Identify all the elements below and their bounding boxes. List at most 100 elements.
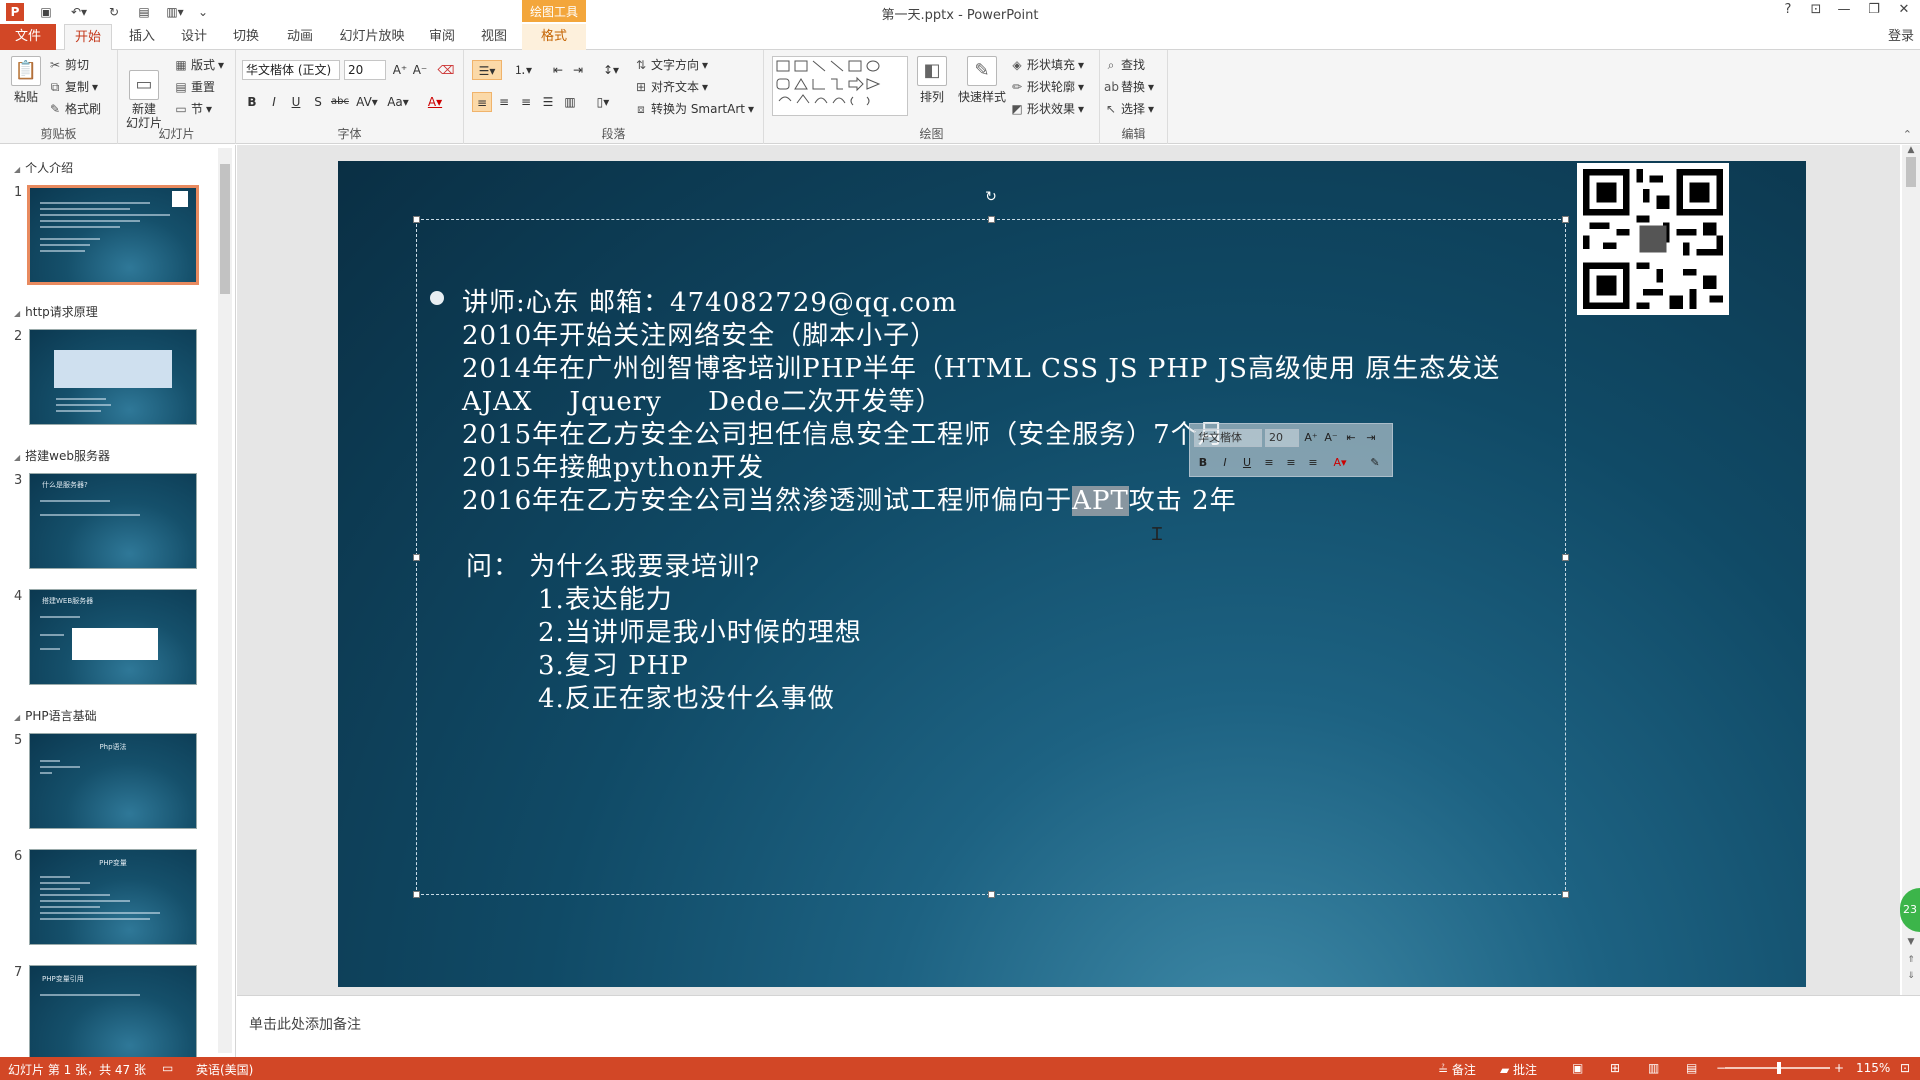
tab-home[interactable]: 开始 <box>64 24 112 51</box>
tab-insert[interactable]: 插入 <box>120 24 164 50</box>
slide-thumbnail-6[interactable]: PHP变量 <box>29 849 197 945</box>
line-spacing-icon[interactable]: ↕▾ <box>598 60 624 80</box>
character-spacing-icon[interactable]: AV▾ <box>354 92 380 112</box>
help-button[interactable]: ? <box>1775 2 1801 20</box>
scroll-up-icon[interactable]: ▲ <box>1902 145 1920 155</box>
format-painter-button[interactable]: ✎ 格式刷 <box>48 100 101 117</box>
language-status[interactable]: 英语(美国) <box>196 1061 253 1078</box>
distributed-icon[interactable]: ▥ <box>560 92 580 112</box>
restore-button[interactable]: ❐ <box>1861 2 1887 20</box>
slide-text-line[interactable]: AJAX Jquery Dede二次开发等） <box>462 381 942 418</box>
columns-icon[interactable]: ▯▾ <box>590 92 616 112</box>
mini-underline-icon[interactable]: U <box>1238 454 1256 472</box>
mini-decrease-font-icon[interactable]: A⁻ <box>1322 429 1340 447</box>
scroll-down-icon[interactable]: ▼ <box>1902 937 1920 947</box>
shape-fill-button[interactable]: ◈ 形状填充 ▾ <box>1010 56 1084 73</box>
justify-icon[interactable]: ☰ <box>538 92 558 112</box>
text-direction-button[interactable]: ⇅ 文字方向 ▾ <box>634 56 708 73</box>
font-size-field[interactable]: 20 <box>344 60 386 80</box>
next-slide-icon[interactable]: ⇓ <box>1902 971 1920 981</box>
increase-indent-icon[interactable]: ⇥ <box>568 60 588 80</box>
mini-align-center-icon[interactable]: ≡ <box>1282 454 1300 472</box>
cut-button[interactable]: ✂ 剪切 <box>48 56 89 73</box>
resize-handle[interactable] <box>1562 891 1569 898</box>
slideshow-view-icon[interactable]: ▤ <box>1686 1061 1697 1075</box>
minimize-button[interactable]: — <box>1831 2 1857 20</box>
comments-toggle-button[interactable]: ▰ 批注 <box>1500 1061 1537 1078</box>
mini-italic-icon[interactable]: I <box>1216 454 1234 472</box>
question-line[interactable]: 问： 为什么我要录培训? <box>466 546 760 583</box>
answer-line[interactable]: 4.反正在家也没什么事做 <box>538 678 835 715</box>
resize-handle[interactable] <box>413 216 420 223</box>
zoom-level[interactable]: 115% <box>1856 1061 1890 1075</box>
font-color-icon[interactable]: A▾ <box>422 92 448 112</box>
section-header[interactable]: 个人介绍 <box>14 159 73 176</box>
bullets-icon[interactable]: ☰▾ <box>472 60 502 80</box>
login-link[interactable]: 登录 <box>1888 24 1914 50</box>
italic-icon[interactable]: I <box>264 92 284 112</box>
slide-text-line[interactable]: 2016年在乙方安全公司当然渗透测试工程师偏向于APT攻击 2年 <box>462 480 1237 517</box>
spell-check-icon[interactable]: ▭ <box>162 1061 173 1075</box>
new-slide-button[interactable]: ▭ 新建 幻灯片 <box>122 56 166 130</box>
ribbon-display-options-icon[interactable]: ⊡ <box>1803 2 1829 20</box>
tab-animations[interactable]: 动画 <box>276 24 324 50</box>
find-button[interactable]: ⌕ 查找 <box>1104 56 1145 73</box>
slide-text-line[interactable]: 讲师:心东 邮箱：474082729@qq.com <box>462 282 957 319</box>
slide-thumbnail-4[interactable]: 搭建WEB服务器 <box>29 589 197 685</box>
resize-handle[interactable] <box>413 554 420 561</box>
mini-font-size-field[interactable]: 20 <box>1265 429 1299 447</box>
slide-thumbnail-2[interactable] <box>29 329 197 425</box>
section-header[interactable]: 搭建web服务器 <box>14 447 110 464</box>
strikethrough-icon[interactable]: abc <box>330 92 350 112</box>
slide-text-line[interactable]: 2010年开始关注网络安全（脚本小子） <box>462 315 937 352</box>
slide-scrollbar[interactable]: ▲ ▼ ⇑ ⇓ <box>1902 145 1920 995</box>
answer-line[interactable]: 3.复习 PHP <box>538 645 689 682</box>
mini-align-right-icon[interactable]: ≡ <box>1304 454 1322 472</box>
zoom-slider-thumb[interactable] <box>1777 1062 1781 1074</box>
slide-thumbnail-3[interactable]: 什么是服务器? <box>29 473 197 569</box>
slide-thumbnail-7[interactable]: PHP变量引用 <box>29 965 197 1057</box>
tab-view[interactable]: 视图 <box>472 24 516 50</box>
align-right-icon[interactable]: ≡ <box>516 92 536 112</box>
decrease-font-icon[interactable]: A⁻ <box>410 60 430 80</box>
resize-handle[interactable] <box>988 216 995 223</box>
mini-font-name-field[interactable]: 华文楷体 <box>1194 429 1262 447</box>
resize-handle[interactable] <box>1562 216 1569 223</box>
resize-handle[interactable] <box>413 891 420 898</box>
slide-thumbnail-1[interactable] <box>27 185 199 285</box>
select-button[interactable]: ↖ 选择 ▾ <box>1104 100 1154 117</box>
mini-increase-indent-icon[interactable]: ⇥ <box>1362 429 1380 447</box>
selected-text[interactable]: APT <box>1072 486 1129 516</box>
thumbnails-scrollbar[interactable] <box>218 148 232 1053</box>
shapes-gallery[interactable] <box>772 56 908 116</box>
increase-font-icon[interactable]: A⁺ <box>390 60 410 80</box>
resize-handle[interactable] <box>1562 554 1569 561</box>
mini-format-painter-icon[interactable]: ✎ <box>1366 454 1384 472</box>
reading-view-icon[interactable]: ▥ <box>1648 1061 1659 1075</box>
arrange-button[interactable]: ◧ 排列 <box>914 56 950 105</box>
answer-line[interactable]: 2.当讲师是我小时候的理想 <box>538 612 862 649</box>
align-left-icon[interactable]: ≡ <box>472 92 492 112</box>
tab-transitions[interactable]: 切换 <box>224 24 268 50</box>
rotate-handle-icon[interactable]: ↻ <box>984 190 998 204</box>
smartart-button[interactable]: ⧈ 转换为 SmartArt ▾ <box>634 100 754 117</box>
tab-design[interactable]: 设计 <box>172 24 216 50</box>
normal-view-icon[interactable]: ▣ <box>1572 1061 1583 1075</box>
slide-text-line[interactable]: 2014年在广州创智博客培训PHP半年（HTML CSS JS PHP JS高级… <box>462 348 1500 385</box>
notes-toggle-button[interactable]: ≟ 备注 <box>1438 1061 1476 1078</box>
shape-effects-button[interactable]: ◩ 形状效果 ▾ <box>1010 100 1084 117</box>
section-header[interactable]: PHP语言基础 <box>14 707 97 724</box>
fit-to-window-icon[interactable]: ⊡ <box>1900 1061 1910 1075</box>
tab-file[interactable]: 文件 <box>0 24 56 50</box>
qr-code-image[interactable] <box>1577 163 1729 315</box>
scrollbar-thumb[interactable] <box>1906 157 1916 187</box>
shape-outline-button[interactable]: ✏ 形状轮廓 ▾ <box>1010 78 1084 95</box>
quick-styles-button[interactable]: ✎ 快速样式 <box>956 56 1008 105</box>
mini-bold-icon[interactable]: B <box>1194 454 1212 472</box>
section-header[interactable]: http请求原理 <box>14 303 98 320</box>
slide-sorter-icon[interactable]: ⊞ <box>1610 1061 1620 1075</box>
mini-decrease-indent-icon[interactable]: ⇤ <box>1342 429 1360 447</box>
tab-slideshow[interactable]: 幻灯片放映 <box>332 24 412 50</box>
mini-font-color-icon[interactable]: A▾ <box>1328 454 1352 472</box>
align-text-button[interactable]: ⊞ 对齐文本 ▾ <box>634 78 708 95</box>
